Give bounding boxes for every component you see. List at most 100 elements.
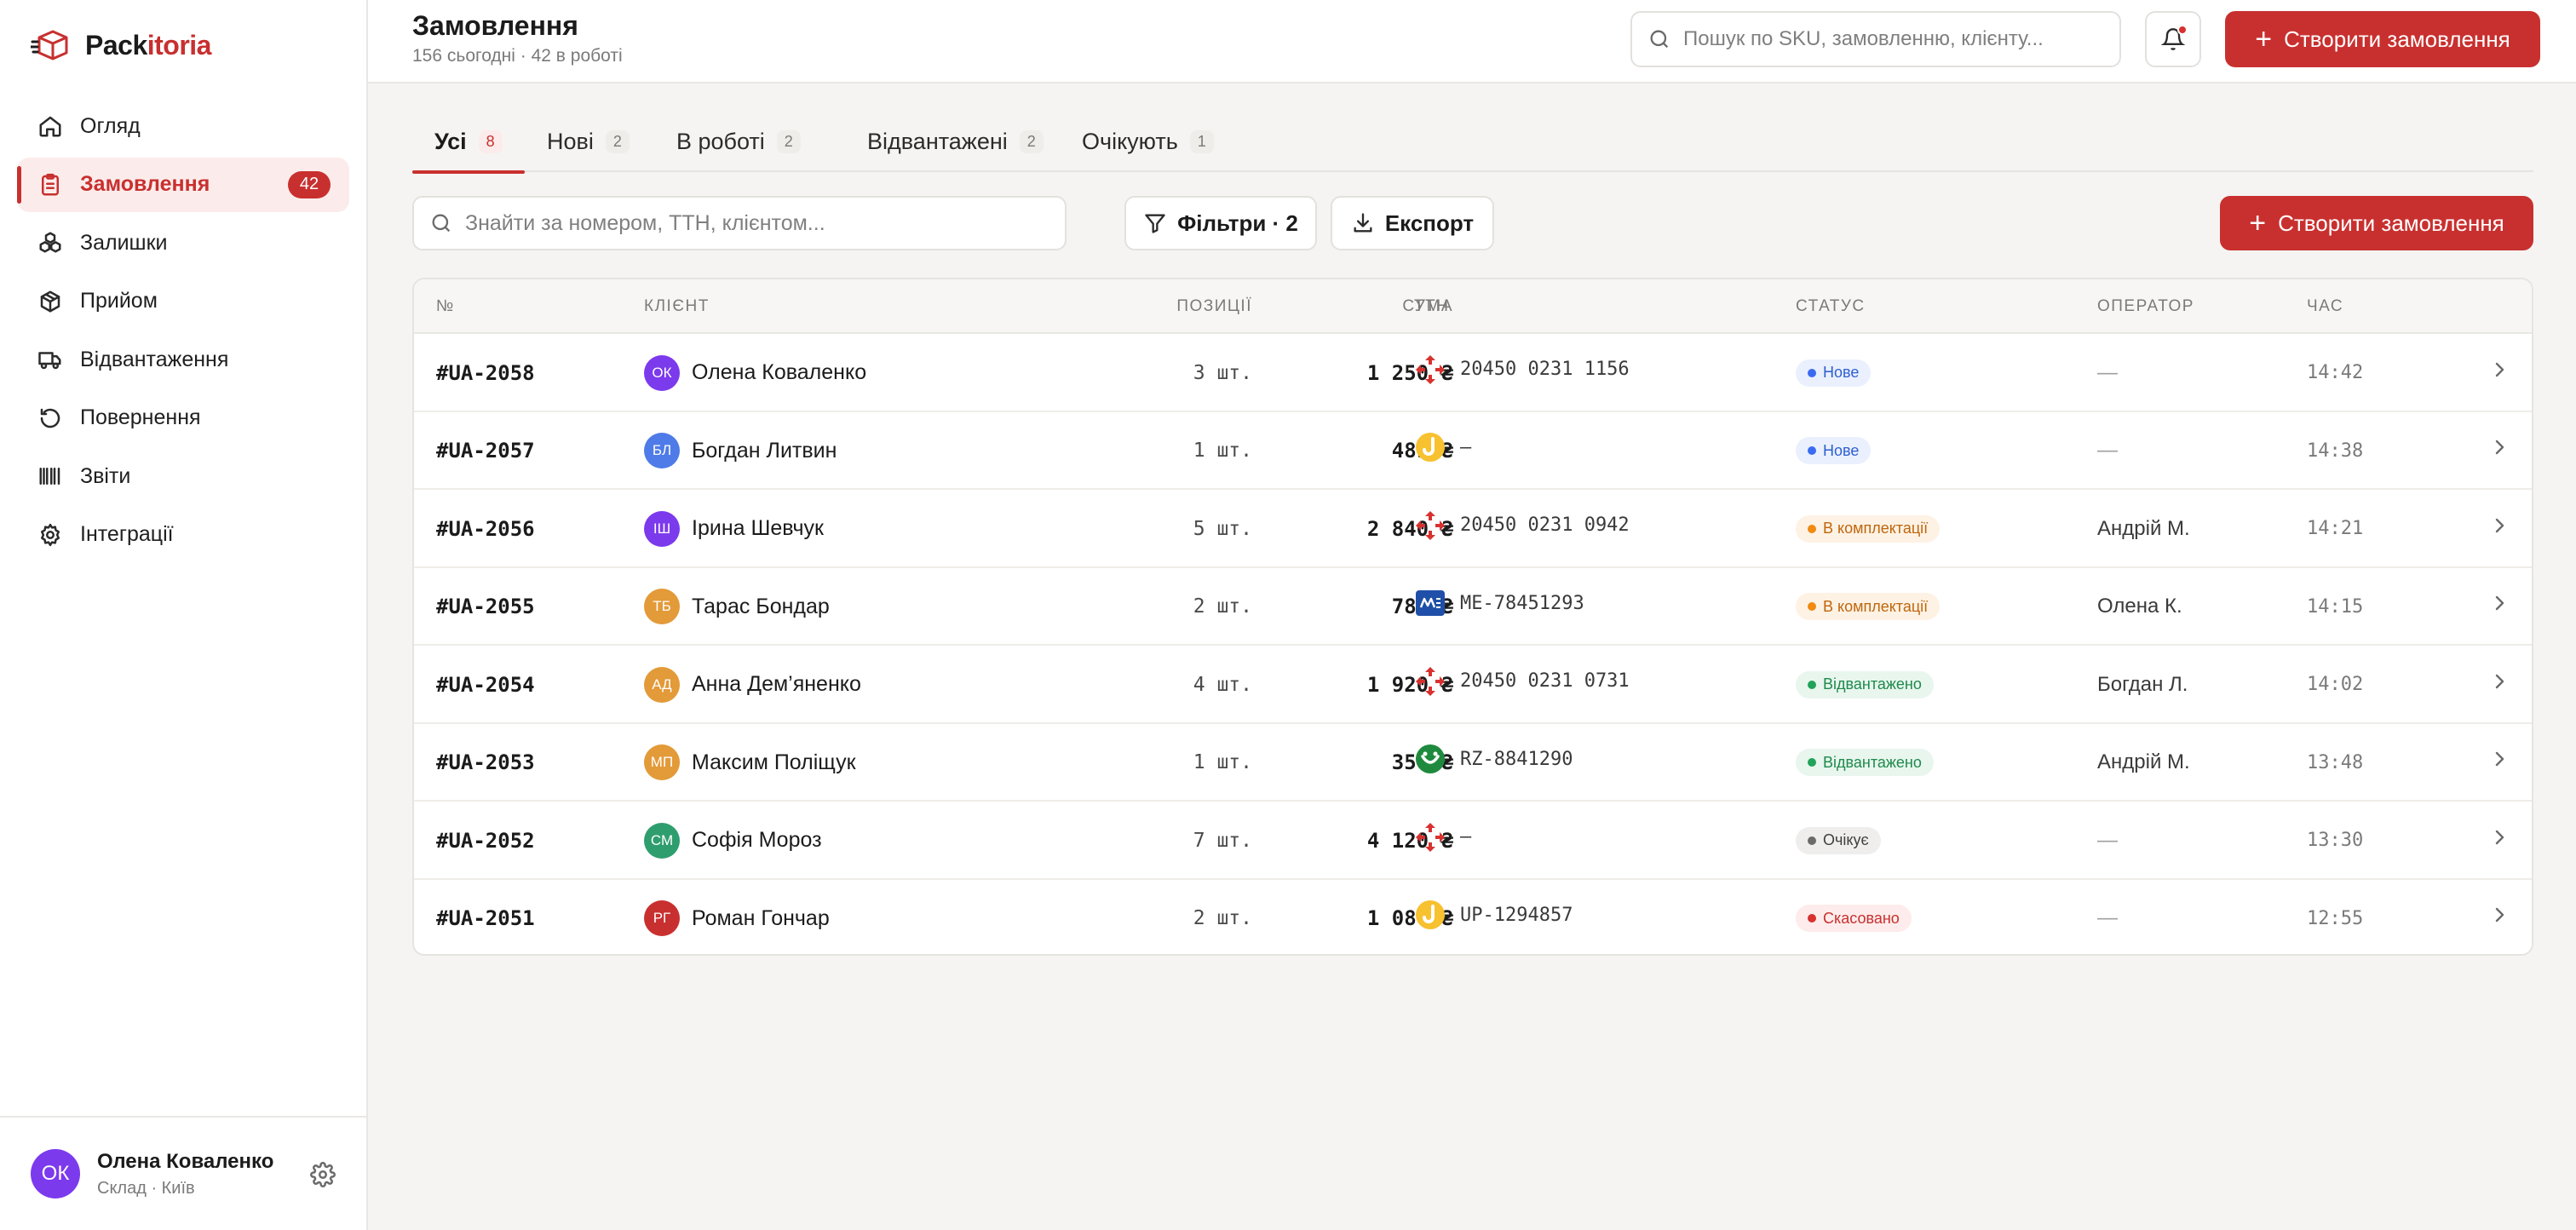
order-number[interactable]: #UA-2056 [436, 490, 535, 567]
tab-3[interactable]: Відвантажені 2 [845, 111, 1066, 172]
table-search[interactable] [412, 196, 1067, 250]
boxes-icon [36, 228, 65, 257]
sidebar-item-0[interactable]: Огляд [17, 99, 349, 153]
notifications-button[interactable] [2145, 11, 2201, 67]
export-label: Експорт [1384, 210, 1475, 236]
sidebar-item-label: Залишки [80, 230, 168, 255]
order-number[interactable]: #UA-2052 [436, 802, 535, 879]
order-number[interactable]: #UA-2055 [436, 568, 535, 646]
sidebar-item-4[interactable]: Відвантаження [17, 332, 349, 387]
client-avatar: СМ [644, 822, 680, 859]
table-row[interactable]: #UA-2057 БЛ Богдан Литвин 1 шт. 489 ₴ — Нове —1… [414, 409, 2532, 490]
status-label: Нове [1823, 441, 1860, 459]
column-items[interactable]: ПОЗИЦІЇ [1095, 279, 1252, 334]
column-status[interactable]: СТАТУС [1796, 279, 1866, 334]
order-time: 14:38 [2307, 440, 2364, 462]
table-row[interactable]: #UA-2055 ТБ Тарас Бондар 2 шт. 780 ₴ ME-78451… [414, 565, 2532, 646]
table-row[interactable]: #UA-2058 ОК Олена Коваленко 3 шт. 1 250 ₴ 204… [414, 334, 2532, 412]
tab-2[interactable]: В роботі 2 [654, 111, 823, 172]
settings-gear-icon[interactable] [310, 1162, 336, 1187]
download-icon [1354, 213, 1372, 233]
chevron-right-icon[interactable] [2489, 798, 2510, 876]
client-name: Максим Поліщук [692, 750, 856, 774]
client-avatar: РГ [644, 900, 680, 936]
sidebar-item-1[interactable]: Замовлення 42 [17, 157, 349, 212]
status-badge: Скасовано [1796, 905, 1912, 932]
header-create-order-label: Створити замовлення [2284, 26, 2510, 52]
global-search-input[interactable] [1683, 27, 2109, 51]
order-time: 14:42 [2307, 362, 2364, 383]
order-number[interactable]: #UA-2054 [436, 646, 535, 723]
ttn-cell: ME-78451293 [1414, 565, 1584, 642]
items-count: 5 шт. [1193, 517, 1252, 540]
column-client[interactable]: КЛІЄНТ [644, 279, 710, 334]
status-cell: Відвантажено [1796, 646, 1934, 723]
ttn-cell: — [1414, 798, 1471, 876]
logo-box-icon [31, 30, 68, 60]
sidebar-item-label: Огляд [80, 113, 141, 138]
table-row[interactable]: #UA-2054 АД Анна Дем’яненко 4 шт. 1 920 ₴ 204… [414, 646, 2532, 724]
client-name: Роман Гончар [692, 905, 830, 930]
chevron-right-icon[interactable] [2489, 409, 2510, 486]
items-count: 1 шт. [1193, 751, 1252, 773]
operator-name: Андрій М. [2097, 516, 2190, 540]
export-button[interactable]: Експорт [1331, 196, 1494, 250]
table-search-input[interactable] [465, 210, 1053, 236]
sidebar-item-7[interactable]: Інтеграції [17, 508, 349, 562]
tab-1[interactable]: Нові 2 [525, 111, 652, 172]
client-cell: СМ Софія Мороз [644, 802, 822, 879]
client-avatar: ТБ [644, 589, 680, 624]
page-subtitle: 156 сьогодні · 42 в роботі [412, 46, 623, 66]
chevron-right-icon[interactable] [2489, 721, 2510, 798]
table-row[interactable]: #UA-2052 СМ Софія Мороз 7 шт. 4 120 ₴ — Очікує… [414, 802, 2532, 880]
tab-0[interactable]: Усі 8 [412, 111, 525, 174]
table-row[interactable]: #UA-2053 МП Максим Поліщук 1 шт. 350 ₴ RZ-884… [414, 724, 2532, 802]
tab-label: Нові [547, 128, 594, 154]
gear-icon [36, 520, 65, 549]
logo[interactable]: Packitoria [31, 26, 211, 65]
chevron-right-icon[interactable] [2489, 877, 2510, 954]
operator-name: — [2097, 828, 2118, 852]
client-cell: АД Анна Дем’яненко [644, 646, 861, 723]
order-number[interactable]: #UA-2058 [436, 334, 535, 411]
sidebar-item-6[interactable]: Звіти [17, 449, 349, 503]
order-number[interactable]: #UA-2057 [436, 412, 535, 490]
status-dot [1808, 524, 1816, 533]
order-number[interactable]: #UA-2051 [436, 880, 535, 955]
tab-count: 2 [605, 129, 630, 153]
client-name: Тарас Бондар [692, 594, 830, 618]
user-profile[interactable]: ОК Олена Коваленко Склад · Київ [0, 1116, 366, 1230]
sidebar-item-3[interactable]: Прийом [17, 274, 349, 329]
chevron-right-icon[interactable] [2489, 330, 2510, 408]
filters-button[interactable]: Фільтри · 2 [1124, 196, 1317, 250]
ttn-cell: 20450 0231 1156 [1414, 330, 1630, 408]
client-avatar: АД [644, 666, 680, 703]
table-header: № КЛІЄНТ ПОЗИЦІЇ СУМА ТТН СТАТУС ОПЕРАТО… [414, 279, 2532, 334]
return-icon [36, 404, 65, 433]
column-time[interactable]: ЧАС [2307, 279, 2343, 334]
column-operator[interactable]: ОПЕРАТОР [2097, 279, 2194, 334]
items-count: 7 шт. [1193, 829, 1252, 852]
sidebar-item-5[interactable]: Повернення [17, 391, 349, 445]
orders-count-badge: 42 [288, 170, 331, 198]
page-title: Замовлення [412, 10, 578, 41]
tab-label: В роботі [676, 128, 765, 154]
status-badge: Очікує [1796, 826, 1881, 854]
create-order-button[interactable]: + Створити замовлення [2220, 196, 2533, 250]
column-number[interactable]: № [436, 279, 455, 334]
table-row[interactable]: #UA-2051 РГ Роман Гончар 2 шт. 1 080 ₴ UP-129… [414, 877, 2532, 955]
order-number[interactable]: #UA-2053 [436, 724, 535, 802]
sidebar-item-2[interactable]: Залишки [17, 216, 349, 270]
global-search[interactable] [1630, 11, 2121, 67]
status-dot [1808, 368, 1816, 377]
client-name: Богдан Литвин [692, 438, 837, 463]
tab-4[interactable]: Очікують 1 [1060, 111, 1236, 172]
chevron-right-icon[interactable] [2489, 642, 2510, 720]
chevron-right-icon[interactable] [2489, 486, 2510, 564]
header-create-order-button[interactable]: + Створити замовлення [2225, 11, 2540, 67]
ukrposhta-icon [1414, 899, 1446, 931]
chevron-right-icon[interactable] [2489, 565, 2510, 642]
table-row[interactable]: #UA-2056 ІШ Ірина Шевчук 5 шт. 2 840 ₴ 20450 … [414, 490, 2532, 568]
column-ttn[interactable]: ТТН [1414, 279, 1449, 334]
create-order-label: Створити замовлення [2278, 210, 2504, 236]
